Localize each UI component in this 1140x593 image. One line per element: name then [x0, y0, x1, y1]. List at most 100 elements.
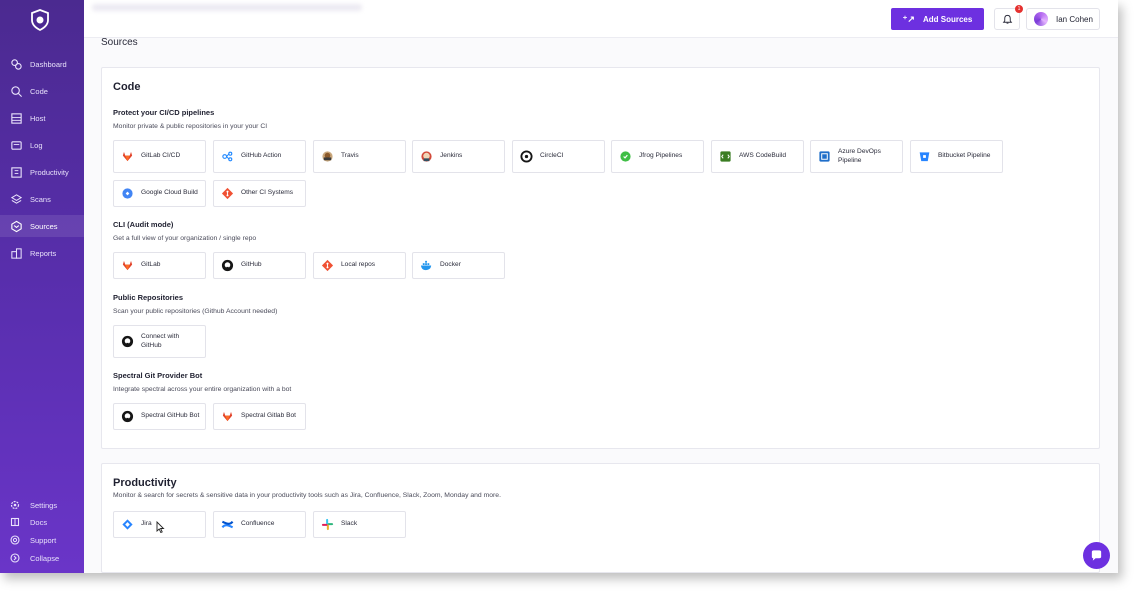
tile-label: Azure DevOps Pipeline [838, 147, 881, 164]
tile-github[interactable]: GitHub [213, 252, 306, 279]
tile-confluence[interactable]: Confluence [213, 511, 306, 538]
gitlab-icon [221, 410, 234, 423]
sidebar-item-reports[interactable]: Reports [0, 242, 84, 264]
tile-label: Spectral GitHub Bot [141, 412, 200, 420]
page-title: Sources [101, 37, 138, 48]
jfrog-icon [619, 150, 632, 163]
bot-section-desc: Integrate spectral across your entire or… [113, 386, 292, 393]
tile-travis[interactable]: Travis [313, 140, 406, 173]
tile-gitlab-cicd[interactable]: GitLab CI/CD [113, 140, 206, 173]
code-card: Code Protect your CI/CD pipelines Monito… [101, 67, 1100, 449]
log-icon [10, 139, 23, 152]
sidebar-item-label: Settings [30, 500, 58, 510]
sidebar-item-label: Productivity [30, 167, 69, 177]
sidebar-item-label: Reports [30, 248, 57, 258]
tile-circleci[interactable]: CircleCI [512, 140, 605, 173]
tile-label: Confluence [241, 520, 275, 528]
tile-connect-github[interactable]: Connect with GitHub [113, 325, 206, 358]
scans-icon [10, 193, 23, 206]
tile-spectral-github-bot[interactable]: Spectral GitHub Bot [113, 403, 206, 430]
tile-label: GitHub [241, 261, 262, 269]
sidebar-item-label: Code [30, 86, 48, 96]
tile-label: GitLab [141, 261, 161, 269]
sidebar-item-scans[interactable]: Scans [0, 188, 84, 210]
sidebar-item-label: Dashboard [30, 59, 67, 69]
sidebar-item-productivity[interactable]: Productivity [0, 161, 84, 183]
aws-codebuild-icon [719, 150, 732, 163]
tile-label: Jfrog Pipelines [639, 152, 683, 160]
user-name: Ian Cohen [1056, 14, 1093, 24]
tile-bitbucket-pipeline[interactable]: Bitbucket Pipeline [910, 140, 1003, 173]
productivity-icon [10, 166, 23, 179]
tile-google-cloud-build[interactable]: Google Cloud Build [113, 180, 206, 207]
ci-section-desc: Monitor private & public repositories in… [113, 123, 268, 130]
sidebar-item-label: Sources [30, 221, 58, 231]
tile-label: Spectral Gitlab Bot [241, 412, 296, 420]
tile-label: Jenkins [440, 152, 463, 160]
sidebar-item-log[interactable]: Log [0, 134, 84, 156]
tile-label: GitHub Action [241, 152, 282, 160]
sidebar-item-collapse[interactable]: Collapse [0, 550, 84, 566]
google-cloud-build-icon [121, 187, 134, 200]
sidebar-item-sources[interactable]: Sources [0, 215, 84, 237]
travis-icon [321, 150, 334, 163]
tile-aws-codebuild[interactable]: AWS CodeBuild [711, 140, 804, 173]
add-sources-button[interactable]: ⁺↗ Add Sources [891, 8, 984, 30]
tile-other-ci-systems[interactable]: Other CI Systems [213, 180, 306, 207]
sidebar-item-docs[interactable]: Docs [0, 514, 84, 530]
spectral-logo-icon[interactable] [28, 8, 52, 32]
chat-icon [1091, 550, 1102, 561]
avatar [1034, 12, 1048, 26]
gear-icon [10, 500, 20, 510]
github-icon [121, 335, 134, 348]
tile-local-repos[interactable]: Local repos [313, 252, 406, 279]
code-card-title: Code [113, 81, 141, 93]
tile-azure-devops[interactable]: Azure DevOps Pipeline [810, 140, 903, 173]
dashboard-icon [10, 58, 23, 71]
gitlab-icon [121, 150, 134, 163]
cli-section-desc: Get a full view of your organization / s… [113, 235, 257, 242]
tile-label: Docker [440, 261, 461, 269]
git-icon [221, 187, 234, 200]
tile-spectral-gitlab-bot[interactable]: Spectral Gitlab Bot [213, 403, 306, 430]
sidebar-item-dashboard[interactable]: Dashboard [0, 53, 84, 75]
circleci-icon [520, 150, 533, 163]
tile-docker[interactable]: Docker [412, 252, 505, 279]
productivity-card-desc: Monitor & search for secrets & sensitive… [113, 492, 501, 499]
collapse-icon [10, 553, 20, 563]
github-icon [221, 259, 234, 272]
tile-jenkins[interactable]: Jenkins [412, 140, 505, 173]
tile-label: Travis [341, 152, 359, 160]
code-icon [10, 85, 23, 98]
bitbucket-icon [918, 150, 931, 163]
tile-label: Bitbucket Pipeline [938, 152, 991, 160]
topbar: ⁺↗ Add Sources 1 Ian Cohen [84, 0, 1118, 38]
sidebar-item-label: Host [30, 113, 46, 123]
cli-section-title: CLI (Audit mode) [113, 220, 174, 229]
blurred-breadcrumb [92, 4, 362, 11]
notification-badge: 1 [1015, 5, 1023, 13]
tile-label: GitLab CI/CD [141, 152, 181, 160]
chat-support-button[interactable] [1083, 542, 1110, 569]
tile-slack[interactable]: Slack [313, 511, 406, 538]
add-sources-label: Add Sources [922, 14, 973, 24]
public-section-title: Public Repositories [113, 293, 184, 302]
tile-gitlab[interactable]: GitLab [113, 252, 206, 279]
sidebar-item-host[interactable]: Host [0, 107, 84, 129]
public-section-desc: Scan your public repositories (Github Ac… [113, 308, 278, 315]
user-menu[interactable]: Ian Cohen [1026, 8, 1100, 30]
tile-jfrog-pipelines[interactable]: Jfrog Pipelines [611, 140, 704, 173]
sidebar-item-label: Docs [30, 517, 48, 527]
git-icon [321, 259, 334, 272]
tile-label: Jira [141, 520, 152, 528]
tile-github-action[interactable]: GitHub Action [213, 140, 306, 173]
confluence-icon [221, 518, 234, 531]
sidebar-item-support[interactable]: Support [0, 532, 84, 548]
app-window: Dashboard Code Host Log Productivity Sca… [0, 0, 1118, 573]
notifications-button[interactable]: 1 [994, 5, 1023, 30]
sidebar-item-code[interactable]: Code [0, 80, 84, 102]
sidebar: Dashboard Code Host Log Productivity Sca… [0, 0, 84, 573]
sidebar-item-label: Collapse [30, 553, 60, 563]
sidebar-item-settings[interactable]: Settings [0, 497, 84, 513]
tile-label: Other CI Systems [241, 189, 294, 197]
